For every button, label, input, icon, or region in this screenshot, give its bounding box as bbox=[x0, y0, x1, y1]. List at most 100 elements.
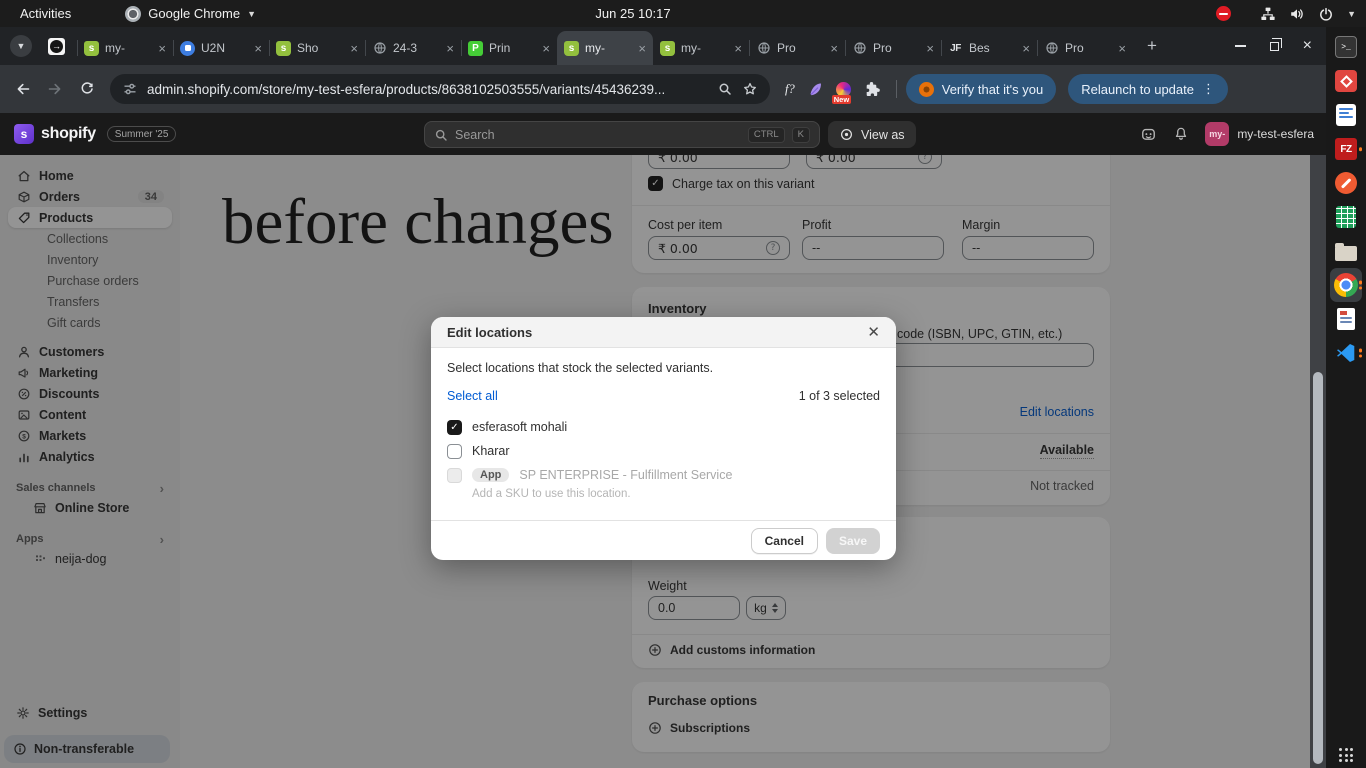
browser-tab[interactable]: Pro × bbox=[749, 31, 845, 65]
files-app-icon[interactable] bbox=[1330, 234, 1362, 268]
tab-close-icon[interactable]: × bbox=[1022, 41, 1030, 56]
tab-close-icon[interactable]: × bbox=[926, 41, 934, 56]
text-document-app-icon[interactable] bbox=[1330, 98, 1362, 132]
header-right-cluster: my- my-test-esfera bbox=[1140, 113, 1314, 155]
view-as-label: View as bbox=[861, 128, 905, 142]
tab-close-icon[interactable]: × bbox=[350, 41, 358, 56]
tab-close-icon[interactable]: × bbox=[1118, 41, 1126, 56]
show-applications-icon[interactable] bbox=[1339, 748, 1353, 762]
tab-label: Bes bbox=[969, 41, 1016, 55]
tab-close-icon[interactable]: × bbox=[830, 41, 838, 56]
kebab-menu-icon[interactable]: ⋮ bbox=[1202, 81, 1215, 97]
tab-close-icon[interactable]: × bbox=[158, 41, 166, 56]
browser-tab[interactable]: JF Bes × bbox=[941, 31, 1037, 65]
site-info-icon[interactable] bbox=[122, 81, 138, 97]
image-editor-icon[interactable] bbox=[1330, 166, 1362, 200]
checkbox-unchecked-icon[interactable] bbox=[447, 444, 462, 459]
filezilla-icon[interactable]: FZ bbox=[1330, 132, 1362, 166]
running-indicator bbox=[1359, 349, 1363, 358]
browser-tab[interactable]: 24-3 × bbox=[365, 31, 461, 65]
location-row[interactable]: Kharar bbox=[447, 439, 880, 463]
checkbox-checked-icon[interactable]: ✓ bbox=[447, 420, 462, 435]
browser-tab[interactable]: Pro × bbox=[1037, 31, 1133, 65]
font-extension-icon[interactable]: f? bbox=[785, 82, 795, 97]
address-bar[interactable]: admin.shopify.com/store/my-test-esfera/p… bbox=[110, 74, 770, 104]
spreadsheet-app-icon[interactable] bbox=[1330, 200, 1362, 234]
system-tray[interactable]: ▼ bbox=[1216, 6, 1366, 22]
browser-tab[interactable]: s my- × bbox=[653, 31, 749, 65]
activities-button[interactable]: Activities bbox=[14, 4, 77, 23]
arrow-icon: → bbox=[50, 40, 63, 53]
minimize-icon[interactable] bbox=[1235, 45, 1246, 47]
relaunch-update-button[interactable]: Relaunch to update ⋮ bbox=[1068, 74, 1228, 104]
app-menu[interactable]: Google Chrome ▼ bbox=[125, 6, 256, 22]
feather-extension-icon[interactable] bbox=[808, 82, 823, 97]
pinned-tab[interactable]: → bbox=[48, 38, 65, 55]
cancel-button[interactable]: Cancel bbox=[751, 528, 818, 554]
browser-toolbar: admin.shopify.com/store/my-test-esfera/p… bbox=[0, 65, 1326, 113]
tab-search-button[interactable]: ▼ bbox=[10, 35, 32, 57]
tab-close-icon[interactable]: × bbox=[734, 41, 742, 56]
zoom-icon[interactable] bbox=[717, 81, 733, 97]
tab-close-icon[interactable]: × bbox=[542, 41, 550, 56]
chrome-dock-icon[interactable] bbox=[1330, 268, 1362, 302]
sidekick-icon[interactable] bbox=[1140, 126, 1157, 143]
browser-tab-active[interactable]: s my- × bbox=[557, 31, 653, 65]
diagram-app-icon[interactable] bbox=[1330, 64, 1362, 98]
save-button[interactable]: Save bbox=[826, 528, 880, 554]
modal-header: Edit locations ✕ bbox=[431, 317, 896, 348]
printify-favicon: P bbox=[468, 41, 483, 56]
tab-close-icon[interactable]: × bbox=[638, 41, 646, 56]
admin-search-bar[interactable]: CTRL K bbox=[424, 121, 820, 148]
shopify-logo[interactable]: s shopify Summer '25 bbox=[14, 124, 176, 144]
shopify-favicon: s bbox=[564, 41, 579, 56]
browser-tab[interactable]: P Prin × bbox=[461, 31, 557, 65]
tab-close-icon[interactable]: × bbox=[446, 41, 454, 56]
store-avatar: my- bbox=[1205, 122, 1229, 146]
extensions-cluster: f? New bbox=[785, 81, 880, 97]
tab-label: Prin bbox=[489, 41, 536, 55]
bookmark-star-icon[interactable] bbox=[742, 81, 758, 97]
close-icon[interactable]: ✕ bbox=[867, 323, 880, 341]
report-app-icon[interactable] bbox=[1330, 302, 1362, 336]
tab-label: my- bbox=[681, 41, 728, 55]
tab-label: Pro bbox=[1065, 41, 1112, 55]
forward-button[interactable] bbox=[40, 74, 70, 104]
vscode-icon[interactable] bbox=[1330, 336, 1362, 370]
location-row-disabled: App SP ENTERPRISE - Fulfillment Service bbox=[447, 463, 880, 487]
scrollbar-thumb[interactable] bbox=[1313, 372, 1323, 764]
tab-label: my- bbox=[105, 41, 152, 55]
browser-tab[interactable]: s Sho × bbox=[269, 31, 365, 65]
tab-close-icon[interactable]: × bbox=[254, 41, 262, 56]
reload-button[interactable] bbox=[72, 74, 102, 104]
gradient-extension-icon[interactable]: New bbox=[836, 82, 851, 97]
terminal-icon[interactable]: >_ bbox=[1330, 30, 1362, 64]
browser-tab[interactable]: Pro × bbox=[845, 31, 941, 65]
select-all-link[interactable]: Select all bbox=[447, 389, 498, 403]
restore-icon[interactable] bbox=[1270, 42, 1279, 51]
new-badge: New bbox=[832, 95, 851, 104]
shopify-header: s shopify Summer '25 CTRL K View as bbox=[0, 113, 1326, 155]
back-button[interactable] bbox=[8, 74, 38, 104]
search-input[interactable] bbox=[455, 128, 741, 142]
verify-profile-button[interactable]: Verify that it's you bbox=[906, 74, 1056, 104]
notifications-bell-icon[interactable] bbox=[1173, 126, 1189, 142]
desktop: Activities Google Chrome ▼ Jun 25 10:17 … bbox=[0, 0, 1366, 768]
k-key-badge: K bbox=[792, 127, 810, 143]
account-menu[interactable]: my- my-test-esfera bbox=[1205, 122, 1314, 146]
extensions-puzzle-icon[interactable] bbox=[864, 81, 880, 97]
clock[interactable]: Jun 25 10:17 bbox=[558, 6, 708, 21]
view-as-button[interactable]: View as bbox=[828, 121, 916, 148]
close-icon[interactable]: × bbox=[1303, 38, 1312, 54]
scrollbar-track[interactable] bbox=[1310, 155, 1326, 768]
edit-locations-modal: Edit locations ✕ Select locations that s… bbox=[431, 317, 896, 560]
browser-tab[interactable]: s my- × bbox=[77, 31, 173, 65]
modal-body: Select locations that stock the selected… bbox=[431, 348, 896, 500]
url-text[interactable]: admin.shopify.com/store/my-test-esfera/p… bbox=[147, 82, 708, 97]
location-row[interactable]: ✓ esferasoft mohali bbox=[447, 415, 880, 439]
new-tab-button[interactable]: + bbox=[1139, 33, 1165, 59]
system-top-bar: Activities Google Chrome ▼ Jun 25 10:17 … bbox=[0, 0, 1366, 27]
browser-tab[interactable]: U2N × bbox=[173, 31, 269, 65]
app-menu-label: Google Chrome bbox=[148, 6, 240, 21]
app-badge: App bbox=[472, 468, 509, 482]
